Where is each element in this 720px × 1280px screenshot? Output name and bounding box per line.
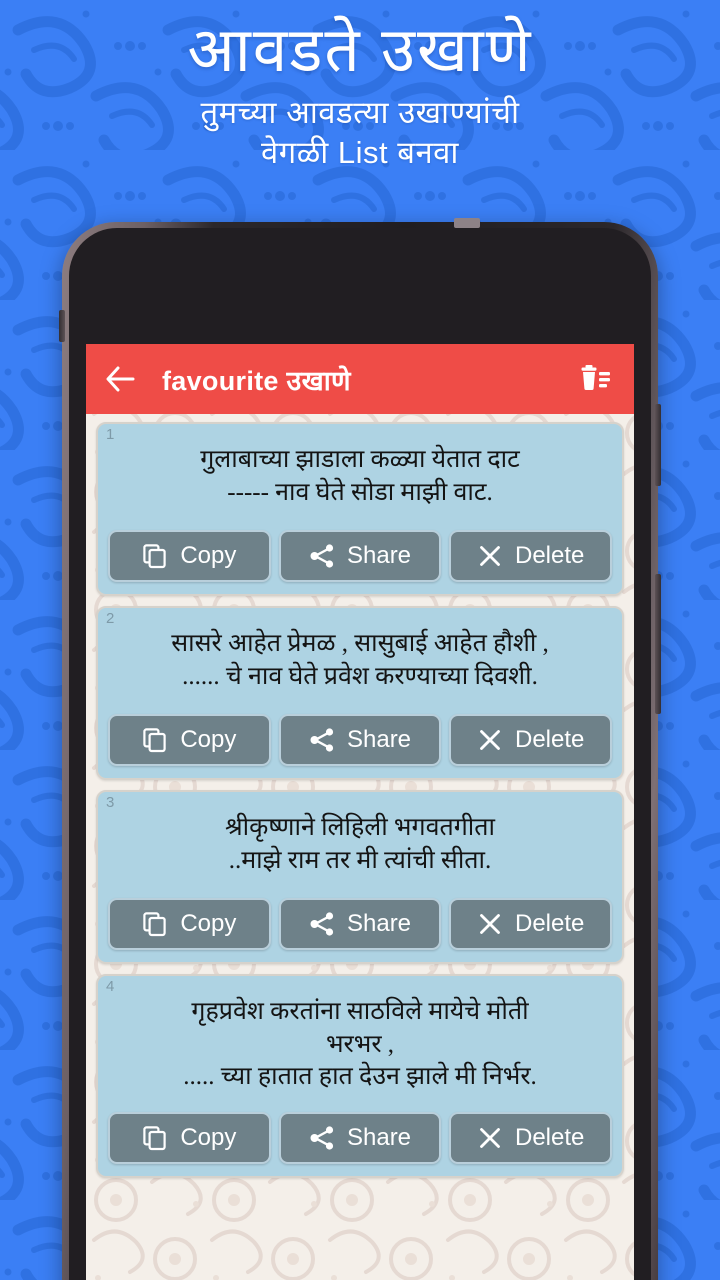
ukhane-text-line: ..... च्या हातात हात देउन झाले मी निर्भर…	[183, 1063, 537, 1090]
delete-button-label: Delete	[514, 542, 585, 569]
close-x-icon	[477, 911, 503, 937]
power-button[interactable]	[655, 574, 661, 714]
copy-icon	[142, 1125, 168, 1151]
copy-button[interactable]: Copy	[108, 714, 271, 766]
copy-button-label: Copy	[180, 542, 237, 569]
delete-button[interactable]: Delete	[449, 898, 613, 950]
ukhane-text-line: ..माझे राम तर मी त्यांची सीता.	[228, 846, 492, 874]
app-screen: favourite उखाणे 1 गुलाबाच्या झाडाला कळ्या…	[86, 344, 634, 1280]
ukhane-text-line: भरभर ,	[325, 1030, 395, 1058]
share-button[interactable]: Share	[278, 530, 442, 582]
copy-icon	[142, 727, 168, 753]
ukhane-text-line: सासरे आहेत प्रेमळ , सासुबाई आहेत हौशी ,	[171, 630, 549, 657]
share-button-label: Share	[346, 910, 412, 937]
copy-button-label: Copy	[180, 726, 237, 753]
promo-subtitle-line-2: वेगळी List बनवा	[261, 134, 459, 170]
ukhane-text-line: ...... चे नाव घेते प्रवेश करण्याच्या दिव…	[182, 662, 538, 690]
phone-mockup: favourite उखाणे 1 गुलाबाच्या झाडाला कळ्या…	[59, 218, 661, 1280]
copy-button[interactable]: Copy	[108, 898, 271, 950]
share-button[interactable]: Share	[278, 898, 442, 950]
ukhane-text-line: श्रीकृष्णाने लिहिली भगवतगीता	[224, 814, 496, 841]
card-action-row: Copy Share Delete	[108, 530, 613, 582]
copy-icon	[142, 911, 168, 937]
delete-sweep-icon[interactable]	[574, 358, 616, 400]
delete-button[interactable]: Delete	[449, 1111, 613, 1164]
close-x-icon	[477, 1125, 503, 1151]
delete-button-label: Delete	[514, 726, 585, 753]
left-side-button[interactable]	[59, 310, 65, 342]
share-button[interactable]: Share	[278, 714, 442, 766]
ukhane-text: सासरे आहेत प्रेमळ , सासुबाई आहेत हौशी ,.…	[108, 618, 612, 696]
ukhane-text: श्रीकृष्णाने लिहिली भगवतगीता ..माझे राम त…	[108, 802, 612, 880]
copy-icon	[142, 543, 168, 569]
delete-button[interactable]: Delete	[449, 530, 613, 582]
close-x-icon	[477, 727, 503, 753]
promo-header: आवडते उखाणे तुमच्या आवडत्या उखाण्यांची व…	[0, 0, 720, 215]
ukhane-card[interactable]: 2 सासरे आहेत प्रेमळ , सासुबाई आहेत हौशी ,…	[96, 606, 624, 780]
card-index-label: 3	[106, 794, 115, 811]
copy-button-label: Copy	[180, 910, 237, 937]
page-title: favourite उखाणे	[162, 365, 351, 396]
share-button-label: Share	[346, 542, 412, 569]
copy-button[interactable]: Copy	[108, 530, 271, 582]
close-x-icon	[477, 543, 503, 569]
ukhane-text-line: गृहप्रवेश करतांना साठविले मायेचे मोती	[191, 998, 529, 1025]
share-icon	[309, 911, 335, 937]
ukhane-text-line: ----- नाव घेते सोडा माझी वाट.	[227, 478, 493, 506]
card-action-row: Copy Share Delete	[108, 898, 613, 950]
card-index-label: 1	[106, 426, 115, 443]
volume-button[interactable]	[655, 404, 661, 486]
share-button[interactable]: Share	[278, 1111, 442, 1164]
share-icon	[309, 727, 335, 753]
delete-button-label: Delete	[514, 910, 585, 937]
ukhane-text: गुलाबाच्या झाडाला कळ्या येतात दाट ----- न…	[108, 434, 612, 512]
delete-button[interactable]: Delete	[449, 714, 613, 766]
app-bar: favourite उखाणे	[86, 344, 634, 414]
share-button-label: Share	[346, 1123, 412, 1151]
ukhane-card[interactable]: 1 गुलाबाच्या झाडाला कळ्या येतात दाट ----- …	[96, 422, 624, 596]
card-index-label: 2	[106, 610, 115, 627]
card-index-label: 4	[106, 978, 115, 995]
share-icon	[309, 543, 335, 569]
card-action-row: Copy Share Delete	[108, 714, 613, 766]
promo-subtitle-line-1: तुमच्या आवडत्या उखाण्यांची	[200, 94, 520, 130]
promo-subtitle: तुमच्या आवडत्या उखाण्यांची वेगळी List बन…	[0, 93, 720, 172]
phone-antenna-band	[454, 218, 480, 228]
copy-button[interactable]: Copy	[108, 1111, 271, 1164]
favourites-list[interactable]: 1 गुलाबाच्या झाडाला कळ्या येतात दाट ----- …	[86, 414, 634, 1280]
share-button-label: Share	[346, 726, 412, 753]
card-action-row: Copy Share Delete	[108, 1111, 613, 1164]
copy-button-label: Copy	[180, 1123, 237, 1151]
back-arrow-icon[interactable]	[100, 359, 140, 399]
promo-title: आवडते उखाणे	[187, 16, 533, 85]
ukhane-text-line: गुलाबाच्या झाडाला कळ्या येतात दाट	[200, 446, 520, 473]
ukhane-card[interactable]: 3 श्रीकृष्णाने लिहिली भगवतगीता ..माझे राम …	[96, 790, 624, 964]
share-icon	[309, 1125, 335, 1151]
ukhane-text: गृहप्रवेश करतांना साठविले मायेचे मोती भरभ…	[108, 986, 612, 1094]
ukhane-card[interactable]: 4 गृहप्रवेश करतांना साठविले मायेचे मोती भर…	[96, 974, 624, 1178]
delete-button-label: Delete	[514, 1123, 585, 1151]
